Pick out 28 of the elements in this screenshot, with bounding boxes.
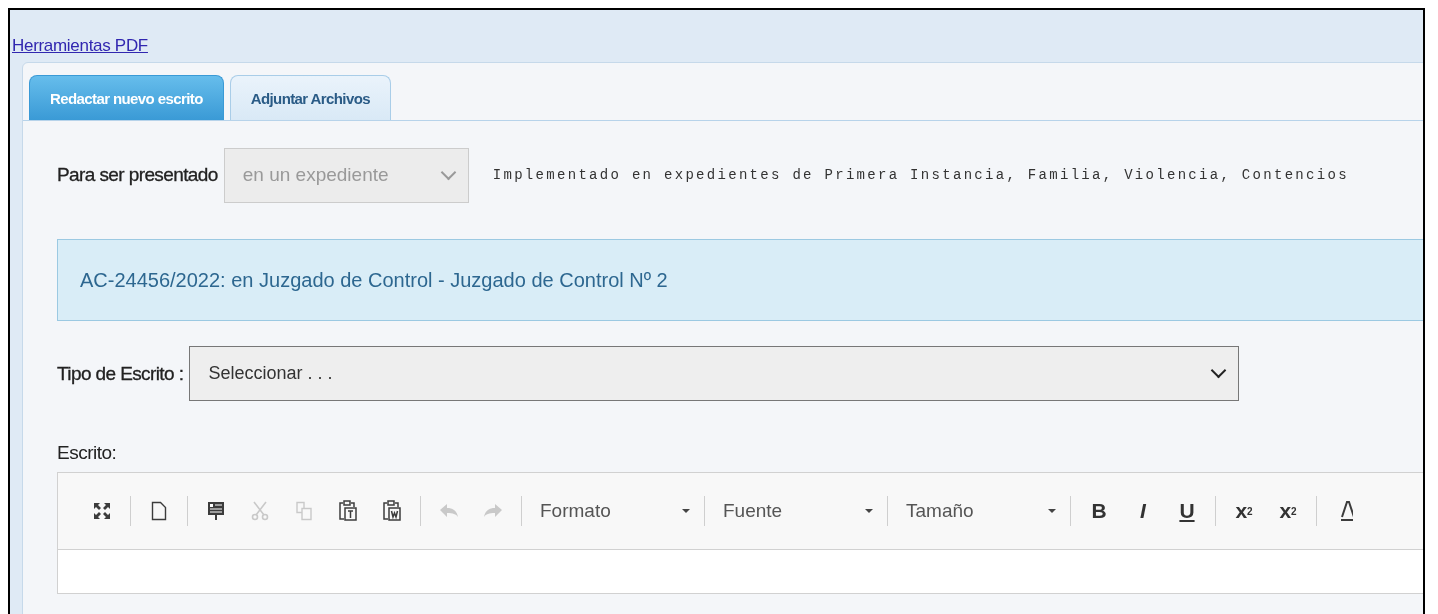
template-icon (207, 501, 225, 521)
format-button[interactable]: B (1077, 494, 1121, 528)
toolbar-dropdown[interactable]: Tamaño (894, 494, 1064, 528)
scissors-icon (251, 501, 269, 521)
paste-text-icon (338, 500, 358, 522)
toolbar-dropdown[interactable]: Formato (528, 494, 698, 528)
field-label: Tipo de Escrito : (57, 362, 184, 385)
maximize-icon (93, 502, 111, 520)
format-button[interactable]: U (1165, 494, 1209, 528)
tab[interactable]: Adjuntar Archivos (229, 75, 391, 120)
toolbar-dropdown[interactable]: Fuente (711, 494, 881, 528)
field-label: Para ser presentado (57, 164, 218, 186)
blank-page-icon (151, 501, 167, 521)
document-type-select[interactable]: Seleccionar . . . (189, 346, 1240, 401)
text-color-icon (1341, 500, 1353, 522)
format-button[interactable]: I (1121, 494, 1165, 528)
case-info-banner: AC-24456/2022: en Juzgado de Control - Juzgado de Control Nº 2 (57, 239, 1423, 321)
caret-icon (865, 509, 873, 513)
pdf-tools-link[interactable]: Herramientas PDF (12, 36, 148, 56)
copy-icon (295, 501, 313, 521)
field-label: Escrito: (57, 442, 118, 464)
paste-word-icon (382, 500, 402, 522)
caret-icon (682, 509, 690, 513)
format-button[interactable]: x$^{2}$ (1266, 494, 1310, 528)
caret-icon (1048, 509, 1056, 513)
undo-icon (439, 503, 459, 519)
note-text: Implementado en expedientes de Primera Instancia, Familia, Violencia, Contencios (492, 167, 1349, 183)
redo-icon (483, 503, 503, 519)
